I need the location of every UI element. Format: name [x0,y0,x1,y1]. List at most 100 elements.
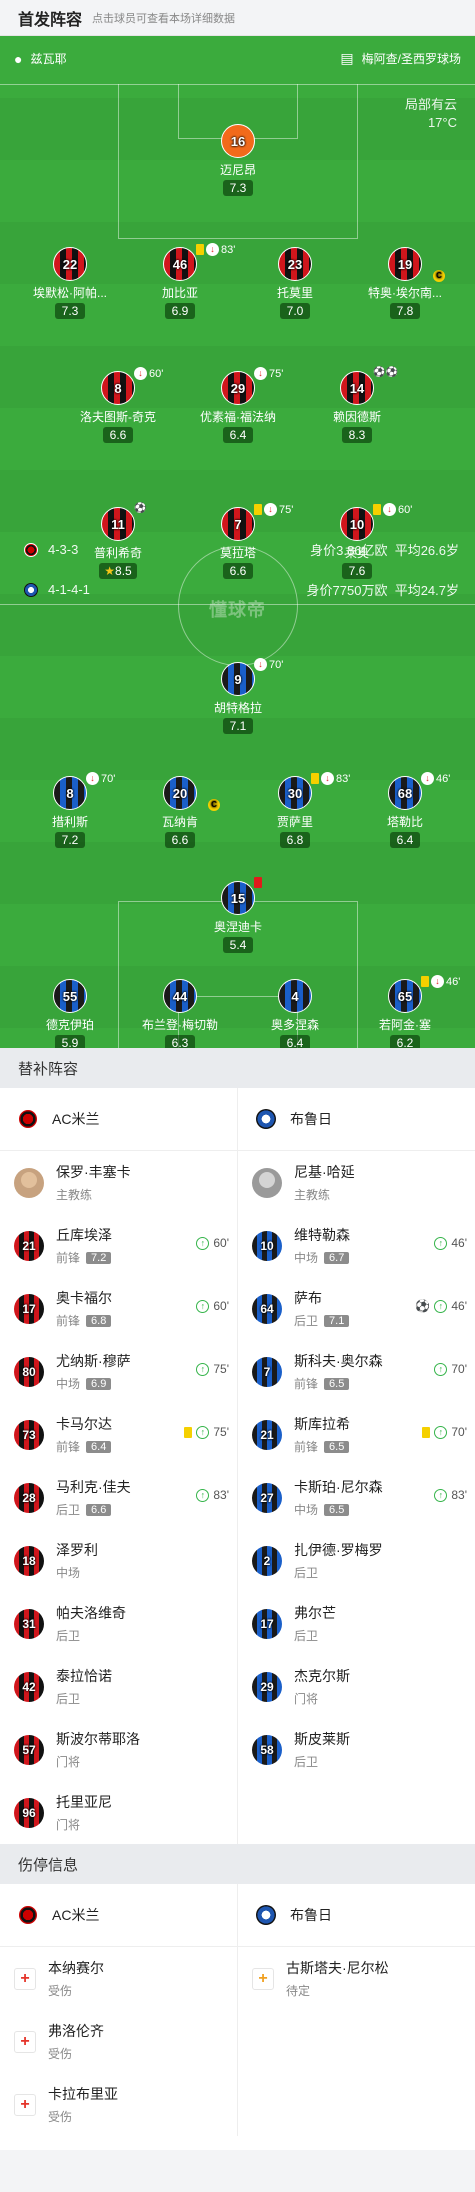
sub-player-row[interactable]: 58 斯皮莱斯 后卫 [238,1718,475,1781]
sub-player-row[interactable]: 21 丘库埃泽 前锋 7.2 ↑ 60' [0,1214,237,1277]
shirt-number: 46 [163,247,197,281]
player-home[interactable]: 16 迈尼昂 7.3 [178,124,298,197]
sub-player-row[interactable]: 42 泰拉恰诺 后卫 [0,1655,237,1718]
sub-player-row[interactable]: 10 维特勒森 中场 6.7 ↑ 46' [238,1214,475,1277]
sub-in-icon: ↑ [434,1488,448,1502]
player-position: 后卫 [56,1692,81,1706]
sub-player-row[interactable]: 96 托里亚尼 门将 [0,1781,237,1844]
sub-player-row[interactable]: 27 卡斯珀·尼尔森 中场 6.5 ↑ 83' [238,1466,475,1529]
player-name: 丘库埃泽 [56,1227,112,1243]
player-info: 古斯塔夫·尼尔松 待定 [286,1958,389,1999]
yellow-card-icon [373,504,381,515]
shirt-number: 23 [278,247,312,281]
injured-player-row[interactable]: + 卡拉布里亚 受伤 [0,2073,237,2136]
player-home[interactable]: 11 ⚽ 普利希奇 ★8.5 [58,503,178,580]
player-position: 前锋 [294,1377,319,1391]
player-away[interactable]: 4 奥多涅森 6.4 [235,979,355,1048]
player-position-line: 门将 [56,1753,140,1770]
sub-player-row[interactable]: 28 马利克·佳夫 后卫 6.6 ↑ 83' [0,1466,237,1529]
player-info: 维特勒森 中场 6.7 [294,1225,350,1266]
player-rating: 7.1 [223,718,253,734]
sub-player-row[interactable]: 31 帕夫洛维奇 后卫 [0,1592,237,1655]
sub-player-row[interactable]: 57 斯波尔蒂耶洛 门将 [0,1718,237,1781]
shirt-number: 8 [53,776,87,810]
sub-in-minute: 75' [213,1425,229,1439]
away-team-name: 布鲁日 [290,1111,332,1127]
player-name: 萨布 [294,1290,322,1306]
player-home[interactable]: 23 托莫里 7.0 [235,247,355,320]
shirt-number-text: 42 [22,1679,36,1694]
player-name: 特奥·埃尔南... [368,286,442,300]
shirt-number: 18 [14,1545,44,1576]
player-rating: 8.3 [342,427,372,443]
player-home[interactable]: 10 ↓ 60' 莱奥 7.6 [297,503,417,580]
injured-player-row[interactable]: + 弗洛伦齐 受伤 [0,2010,237,2073]
away-coach[interactable]: 尼基·哈延 主教练 [238,1151,475,1214]
player-away[interactable]: 44 布兰登·梅切勒 6.3 [120,979,240,1048]
player-info: 卡斯珀·尼尔森 中场 6.5 [294,1477,383,1518]
player-position-line: 后卫 [56,1627,126,1644]
sub-player-row[interactable]: 17 奥卡福尔 前锋 6.8 ↑ 60' [0,1277,237,1340]
sub-player-row[interactable]: 21 斯库拉希 前锋 6.5 ↑ 70' [238,1403,475,1466]
player-name: 莱奥 [344,546,369,560]
player-away[interactable]: 30 ↓ 83' 贾萨里 6.8 [235,772,355,849]
sub-out-icon: ↓ [254,367,267,380]
player-away[interactable]: 8 ↓ 70' 措利斯 7.2 [10,772,130,849]
player-away[interactable]: 15 奥涅迪卡 5.4 [178,877,298,954]
player-name: 泽罗利 [56,1542,98,1558]
player-home[interactable]: 19 C 特奥·埃尔南... 7.8 [345,247,465,320]
player-events: ↓ 46' [421,975,460,988]
player-away[interactable]: 68 ↓ 46' 塔勒比 6.4 [345,772,465,849]
player-away[interactable]: 65 ↓ 46' 若阿金·塞 6.2 [345,975,465,1048]
player-events: ↓ 46' [421,772,450,785]
sub-in-icon: ↑ [196,1236,210,1250]
sub-player-row[interactable]: 64 萨布 后卫 7.1 ⚽ ↑ 46' [238,1277,475,1340]
player-position: 后卫 [294,1629,319,1643]
player-home[interactable]: 46 ↓ 83' 加比亚 6.9 [120,243,240,320]
player-name: 莫拉塔 [219,546,256,560]
club-brugge-logo [256,1109,276,1129]
player-name: 弗尔芒 [294,1605,336,1621]
home-coach[interactable]: 保罗·丰塞卡 主教练 [0,1151,237,1214]
player-rating: 6.6 [103,427,133,443]
injured-player-row[interactable]: + 古斯塔夫·尼尔松 待定 [238,1947,475,2010]
goal-icon: ⚽ [415,1299,431,1313]
player-position: 门将 [294,1692,319,1706]
sub-player-row[interactable]: 17 弗尔芒 后卫 [238,1592,475,1655]
player-name: 古斯塔夫·尼尔松 [286,1960,389,1976]
sub-player-row[interactable]: 18 泽罗利 中场 [0,1529,237,1592]
player-away[interactable]: 55 德克伊珀 5.9 [10,979,130,1048]
player-position-line: 前锋 6.4 [56,1438,112,1455]
sub-player-row[interactable]: 80 尤纳斯·穆萨 中场 6.9 ↑ 75' [0,1340,237,1403]
player-home[interactable]: 29 ↓ 75' 优素福·福法纳 6.4 [178,367,298,444]
player-info: 卡马尔达 前锋 6.4 [56,1414,112,1455]
away-team-header: 布鲁日 [237,1884,475,1946]
rating-value: 7.0 [286,304,304,318]
page-subtitle: 点击球员可查看本场详细数据 [92,12,236,25]
player-name: 托莫里 [276,286,313,300]
shirt-number: 64 [252,1293,282,1324]
yellow-card-icon [254,504,262,515]
player-home[interactable]: 8 ↓ 60' 洛夫图斯-奇克 6.6 [58,367,178,444]
sub-player-row[interactable]: 73 卡马尔达 前锋 6.4 ↑ 75' [0,1403,237,1466]
rating-value: 6.6 [171,833,189,847]
sub-player-row[interactable]: 29 杰克尔斯 门将 [238,1655,475,1718]
shirt-number-text: 65 [397,988,413,1004]
player-info: 斯库拉希 前锋 6.5 [294,1414,350,1455]
sub-player-row[interactable]: 7 斯科夫·奥尔森 前锋 6.5 ↑ 70' [238,1340,475,1403]
player-home[interactable]: 7 ↓ 75' 莫拉塔 6.6 [178,503,298,580]
player-away[interactable]: 20 C 瓦纳肯 6.6 [120,776,240,849]
player-name: 瓦纳肯 [161,815,198,829]
player-rating: 7.1 [324,1314,350,1327]
shirt-number-text: 57 [22,1742,36,1757]
player-away[interactable]: 9 ↓ 70' 胡特格拉 7.1 [178,658,298,735]
player-info: 泽罗利 中场 [56,1540,98,1581]
injured-player-row[interactable]: + 本纳赛尔 受伤 [0,1947,237,2010]
player-home[interactable]: 22 埃默松·阿帕... 7.3 [10,247,130,320]
weather-info: 局部有云 17°C [405,96,457,132]
sub-player-row[interactable]: 2 扎伊德·罗梅罗 后卫 [238,1529,475,1592]
sub-minute: 46' [436,772,451,785]
yellow-card-icon [421,976,429,987]
rating-value: 7.2 [61,833,79,847]
player-home[interactable]: 14 ⚽⚽ 赖因德斯 8.3 [297,367,417,444]
